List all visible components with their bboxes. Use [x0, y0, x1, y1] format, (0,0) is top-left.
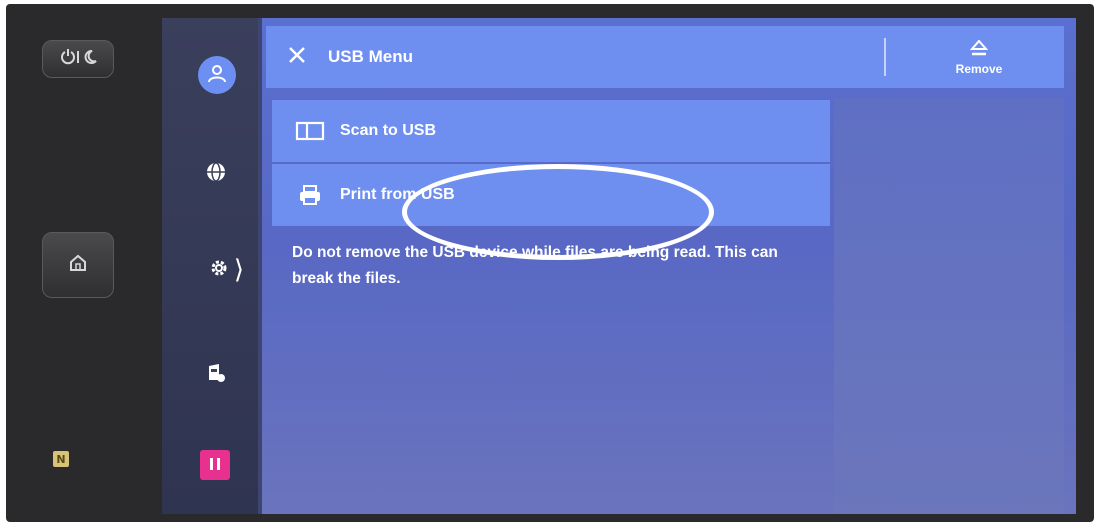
scan-to-usb-item[interactable]: Scan to USB: [272, 100, 830, 162]
page-title: USB Menu: [328, 47, 413, 66]
remove-label: Remove: [955, 62, 1003, 76]
job-status-button[interactable]: [198, 356, 234, 392]
gear-icon: [208, 257, 230, 283]
scan-icon: [294, 119, 326, 143]
nfc-label: N: [56, 452, 66, 466]
header-bar: USB Menu Remove: [266, 26, 1064, 88]
print-from-usb-label: Print from USB: [340, 186, 455, 203]
usb-menu-list: Scan to USB Print from USB: [272, 100, 830, 228]
power-sleep-button[interactable]: [42, 40, 114, 78]
printer-icon: [294, 183, 326, 207]
print-from-usb-item[interactable]: Print from USB: [272, 164, 830, 226]
user-icon: [206, 62, 228, 88]
preview-pane: [834, 98, 1064, 514]
home-button[interactable]: [42, 232, 114, 298]
usb-menu-panel: USB Menu Remove Scan to USB Print from U…: [262, 18, 1076, 514]
close-icon: [287, 45, 307, 69]
remove-usb-button[interactable]: Remove: [934, 32, 1024, 84]
eject-icon: [969, 39, 989, 60]
pause-icon: [208, 456, 222, 475]
user-button[interactable]: [198, 56, 236, 94]
power-sleep-icon: [56, 48, 100, 70]
device-settings-button[interactable]: ⟩: [198, 252, 254, 288]
usb-warning-text: Do not remove the USB device while files…: [292, 244, 778, 287]
close-button[interactable]: [266, 26, 328, 88]
touch-screen: ⟩ USB Menu Remove Scan to USB Print from…: [162, 18, 1076, 514]
globe-icon: [204, 160, 228, 188]
language-button[interactable]: [198, 156, 234, 192]
printer-control-panel: N ⟩ USB Menu Remove Scan to USB Print fr…: [6, 4, 1094, 522]
pause-button[interactable]: [200, 450, 230, 480]
left-rail: ⟩: [162, 18, 258, 514]
nfc-icon: N: [53, 451, 69, 467]
chevron-right-icon: ⟩: [233, 255, 245, 285]
scan-to-usb-label: Scan to USB: [340, 122, 437, 139]
job-status-icon: [204, 360, 228, 388]
home-icon: [68, 253, 88, 277]
header-divider: [884, 38, 886, 76]
